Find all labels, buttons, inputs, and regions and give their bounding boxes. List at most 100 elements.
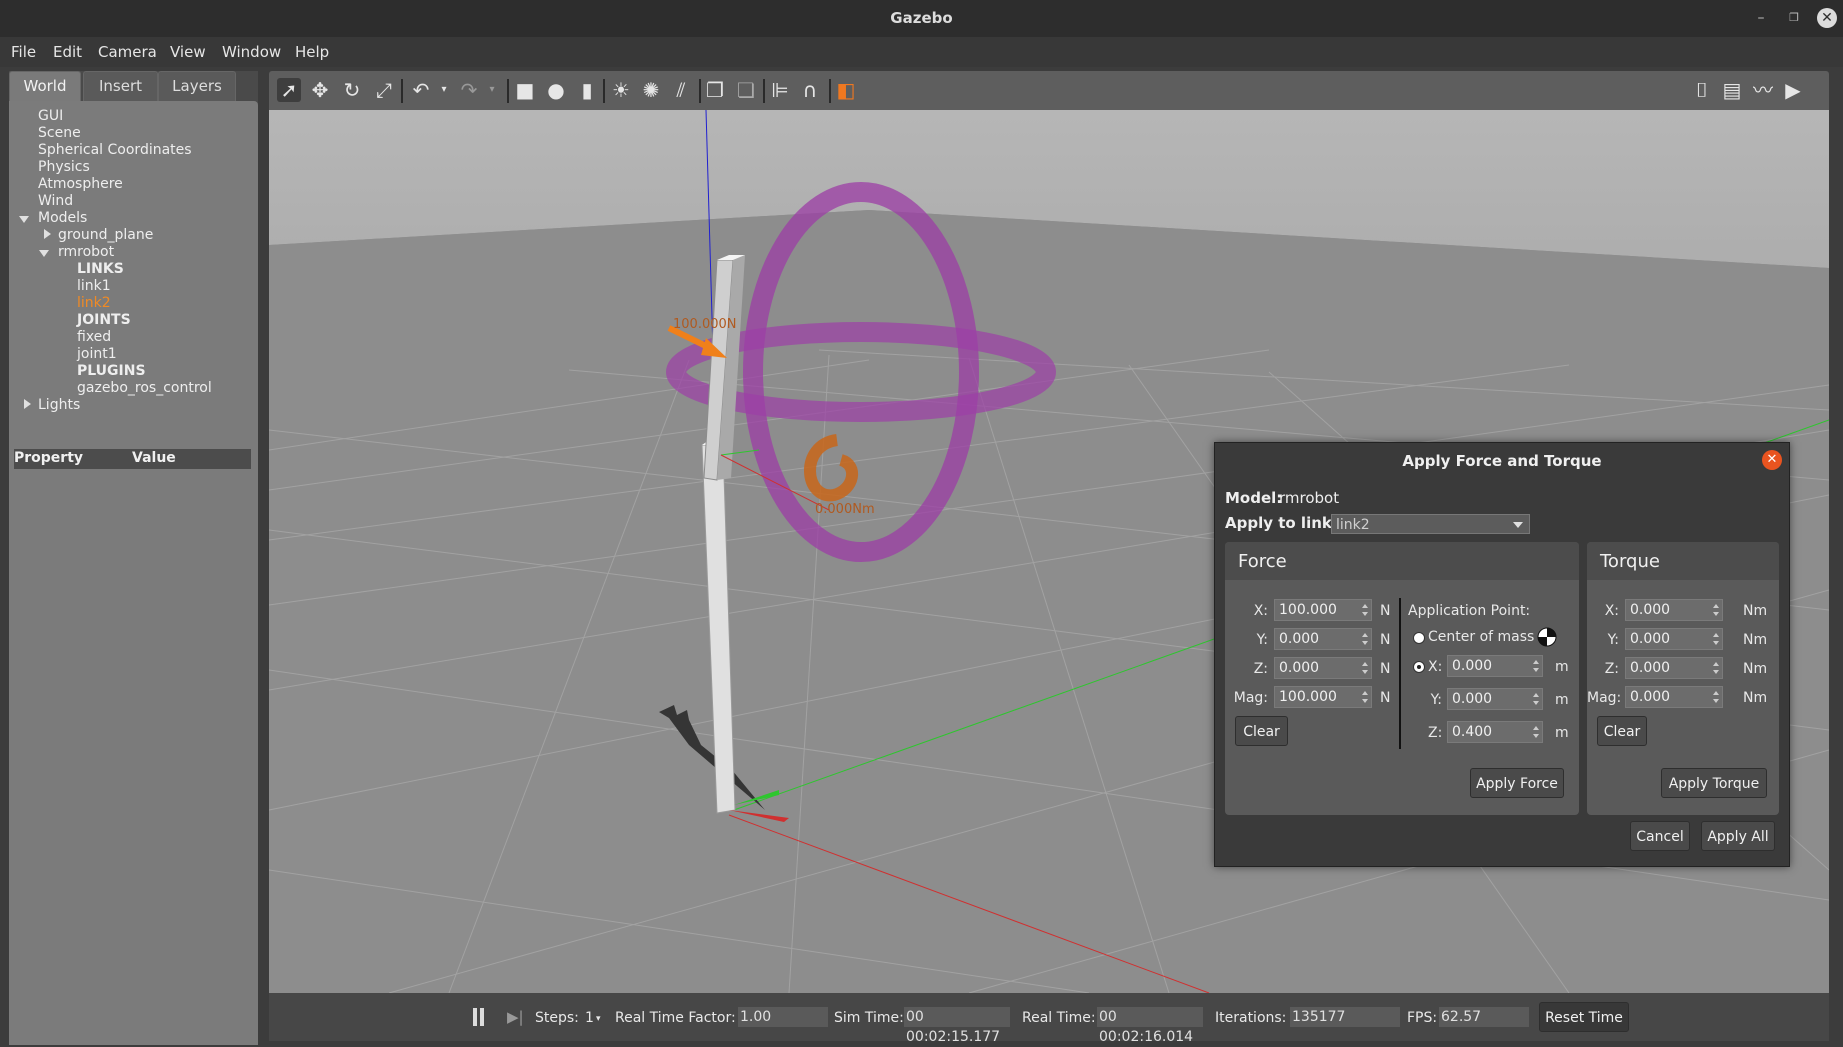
sphere-icon[interactable]: ● <box>544 78 568 102</box>
force-z-input[interactable]: 0.000 <box>1274 657 1372 679</box>
tree-item-rmrobot[interactable]: rmrobot <box>58 244 114 260</box>
menu-help[interactable]: Help <box>295 43 329 61</box>
spin-down-icon[interactable] <box>1533 668 1539 672</box>
expand-rmrobot-icon[interactable] <box>39 250 49 257</box>
tab-layers[interactable]: Layers <box>158 71 236 101</box>
spin-up-icon[interactable] <box>1362 662 1368 666</box>
tree-item-wind[interactable]: Wind <box>38 193 73 209</box>
menu-camera[interactable]: Camera <box>98 43 157 61</box>
tree-item-spherical-coordinates[interactable]: Spherical Coordinates <box>38 142 192 158</box>
step-icon[interactable]: ▶| <box>507 1008 524 1026</box>
snap-icon[interactable]: ∩ <box>798 78 822 102</box>
copy-icon[interactable]: ❐ <box>703 78 727 102</box>
cancel-button[interactable]: Cancel <box>1630 821 1690 851</box>
spin-up-icon[interactable] <box>1362 691 1368 695</box>
apply-torque-button[interactable]: Apply Torque <box>1661 768 1767 798</box>
torque-mag-input[interactable]: 0.000 <box>1625 686 1723 708</box>
expand-lights-icon[interactable] <box>24 399 31 409</box>
menu-view[interactable]: View <box>170 43 206 61</box>
directional-light-icon[interactable]: ⫽ <box>669 78 693 102</box>
pause-icon[interactable] <box>472 1008 486 1026</box>
menu-window[interactable]: Window <box>222 43 281 61</box>
tree-item-atmosphere[interactable]: Atmosphere <box>38 176 123 192</box>
reset-time-button[interactable]: Reset Time <box>1539 1002 1629 1032</box>
expand-ground-plane-icon[interactable] <box>44 229 51 239</box>
spin-up-icon[interactable] <box>1713 604 1719 608</box>
spin-up-icon[interactable] <box>1533 726 1539 730</box>
scale-icon[interactable]: ⤢ <box>372 78 396 102</box>
rotate-icon[interactable]: ↻ <box>340 78 364 102</box>
align-icon[interactable]: ⊫ <box>768 78 792 102</box>
force-clear-button[interactable]: Clear <box>1235 716 1288 746</box>
apply-all-button[interactable]: Apply All <box>1701 821 1775 851</box>
apply-force-button[interactable]: Apply Force <box>1470 768 1564 798</box>
tree-item-gui[interactable]: GUI <box>38 108 63 124</box>
log-icon[interactable]: ▤ <box>1720 78 1744 102</box>
spin-down-icon[interactable] <box>1362 670 1368 674</box>
minimize-icon[interactable]: – <box>1751 8 1771 28</box>
dialog-close-icon[interactable]: ✕ <box>1762 450 1782 470</box>
spot-light-icon[interactable]: ✺ <box>639 78 663 102</box>
force-y-input[interactable]: 0.000 <box>1274 628 1372 650</box>
tree-item-link1[interactable]: link1 <box>77 278 111 294</box>
undo-icon[interactable]: ↶ <box>409 78 433 102</box>
center-of-mass-radio[interactable] <box>1413 632 1425 644</box>
tree-item-link2[interactable]: link2 <box>77 295 111 311</box>
spin-up-icon[interactable] <box>1713 662 1719 666</box>
custom-point-radio[interactable] <box>1413 661 1425 673</box>
redo-icon[interactable]: ↷ <box>457 78 481 102</box>
spin-down-icon[interactable] <box>1362 612 1368 616</box>
point-light-icon[interactable]: ☀ <box>609 78 633 102</box>
spin-down-icon[interactable] <box>1713 670 1719 674</box>
point-y-input[interactable]: 0.000 <box>1447 688 1543 710</box>
spin-down-icon[interactable] <box>1533 734 1539 738</box>
redo-history-icon[interactable]: ▾ <box>480 78 504 102</box>
select-icon[interactable]: ➚ <box>277 78 301 102</box>
spin-down-icon[interactable] <box>1713 641 1719 645</box>
spin-up-icon[interactable] <box>1533 693 1539 697</box>
torque-y-input[interactable]: 0.000 <box>1625 628 1723 650</box>
spin-up-icon[interactable] <box>1362 633 1368 637</box>
menu-edit[interactable]: Edit <box>53 43 82 61</box>
restore-icon[interactable]: ❐ <box>1784 8 1804 28</box>
steps-dropdown-icon[interactable]: ▾ <box>596 1014 601 1024</box>
tree-item-models[interactable]: Models <box>38 210 87 226</box>
spin-up-icon[interactable] <box>1713 691 1719 695</box>
menu-file[interactable]: File <box>11 43 36 61</box>
screenshot-icon[interactable]: ⌷ <box>1690 78 1714 102</box>
close-window-icon[interactable]: ✕ <box>1817 8 1837 28</box>
tab-insert[interactable]: Insert <box>83 71 158 101</box>
spin-down-icon[interactable] <box>1713 699 1719 703</box>
spin-up-icon[interactable] <box>1713 633 1719 637</box>
force-x-input[interactable]: 100.000 <box>1274 599 1372 621</box>
plot-icon[interactable]: 〰 <box>1751 78 1775 102</box>
tree-item-joint1[interactable]: joint1 <box>77 346 117 362</box>
tree-item-lights[interactable]: Lights <box>38 397 80 413</box>
undo-history-icon[interactable]: ▾ <box>432 78 456 102</box>
view-angle-icon[interactable]: ◧ <box>834 78 858 102</box>
expand-models-icon[interactable] <box>19 216 29 223</box>
spin-down-icon[interactable] <box>1362 641 1368 645</box>
link-select[interactable]: link2 <box>1331 514 1530 534</box>
tab-world[interactable]: World <box>9 71 81 101</box>
point-z-input[interactable]: 0.400 <box>1447 721 1543 743</box>
spin-up-icon[interactable] <box>1362 604 1368 608</box>
steps-value[interactable]: 1 <box>585 1010 594 1026</box>
tree-item-ground-plane[interactable]: ground_plane <box>58 227 153 243</box>
translate-icon[interactable]: ✥ <box>308 78 332 102</box>
point-x-input[interactable]: 0.000 <box>1447 655 1543 677</box>
cylinder-icon[interactable]: ▮ <box>575 78 599 102</box>
tree-item-scene[interactable]: Scene <box>38 125 81 141</box>
tree-item-physics[interactable]: Physics <box>38 159 90 175</box>
spin-up-icon[interactable] <box>1533 660 1539 664</box>
spin-down-icon[interactable] <box>1533 701 1539 705</box>
force-mag-input[interactable]: 100.000 <box>1274 686 1372 708</box>
torque-z-input[interactable]: 0.000 <box>1625 657 1723 679</box>
tree-item-fixed[interactable]: fixed <box>77 329 111 345</box>
video-icon[interactable]: ▶ <box>1781 78 1805 102</box>
torque-x-input[interactable]: 0.000 <box>1625 599 1723 621</box>
spin-down-icon[interactable] <box>1713 612 1719 616</box>
torque-clear-button[interactable]: Clear <box>1597 716 1647 746</box>
spin-down-icon[interactable] <box>1362 699 1368 703</box>
box-icon[interactable]: ■ <box>513 78 537 102</box>
